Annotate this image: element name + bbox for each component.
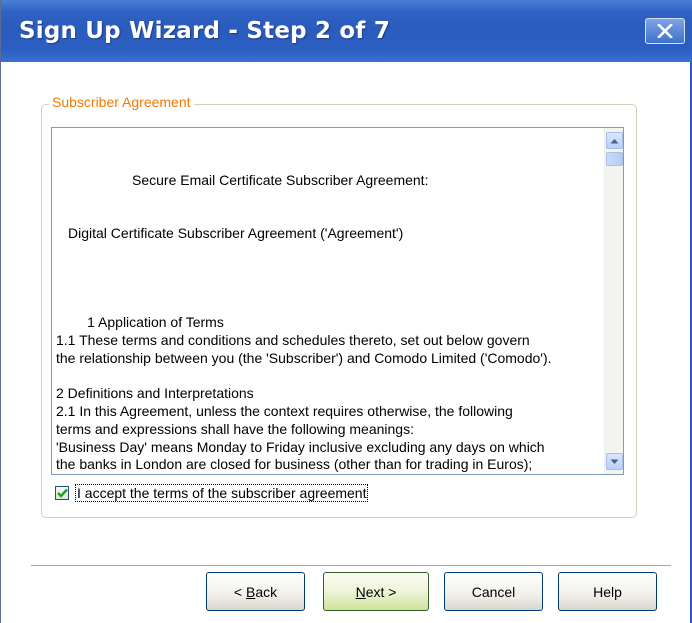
back-button-label: ack [255,583,278,600]
group-legend: Subscriber Agreement [49,94,194,110]
agreement-text: Secure Email Certificate Subscriber Agre… [56,136,608,474]
accept-terms-checkbox[interactable] [55,486,69,500]
window-title: Sign Up Wizard - Step 2 of 7 [19,18,391,44]
next-button-label: ext > [365,583,397,600]
button-separator [31,565,671,567]
agreement-heading-1: Secure Email Certificate Subscriber Agre… [132,171,429,188]
cancel-button-label: Cancel [471,583,516,600]
agreement-heading-2: Digital Certificate Subscriber Agreement… [68,224,404,241]
close-button[interactable] [645,18,685,44]
wizard-content: Subscriber Agreement Secure Email Certif… [1,62,692,623]
accept-terms-row[interactable]: I accept the terms of the subscriber agr… [55,483,369,503]
help-button[interactable]: Help [558,572,657,611]
sign-up-wizard-window: Sign Up Wizard - Step 2 of 7 Subscriber … [0,0,692,623]
agreement-text-area[interactable]: Secure Email Certificate Subscriber Agre… [51,127,624,475]
back-button-mnemonic: B [245,583,256,600]
next-button-mnemonic: N [355,583,366,600]
back-button-prefix: < [233,583,246,600]
checkmark-icon [56,488,68,498]
title-bar[interactable]: Sign Up Wizard - Step 2 of 7 [1,0,692,62]
scroll-thumb[interactable] [606,152,623,166]
back-button[interactable]: < Back [206,572,305,611]
scroll-down-arrow-icon [610,459,619,464]
scroll-down-button[interactable] [606,453,623,470]
agreement-body: 1 Application of Terms 1.1 These terms a… [56,313,552,473]
close-icon [657,24,673,38]
accept-terms-label[interactable]: I accept the terms of the subscriber agr… [75,484,369,502]
cancel-button[interactable]: Cancel [444,572,543,611]
next-button[interactable]: Next > [323,572,429,611]
vertical-scrollbar[interactable] [604,128,623,474]
scroll-up-button[interactable] [606,132,623,149]
help-button-label: Help [593,583,622,600]
scroll-up-arrow-icon [610,138,619,143]
